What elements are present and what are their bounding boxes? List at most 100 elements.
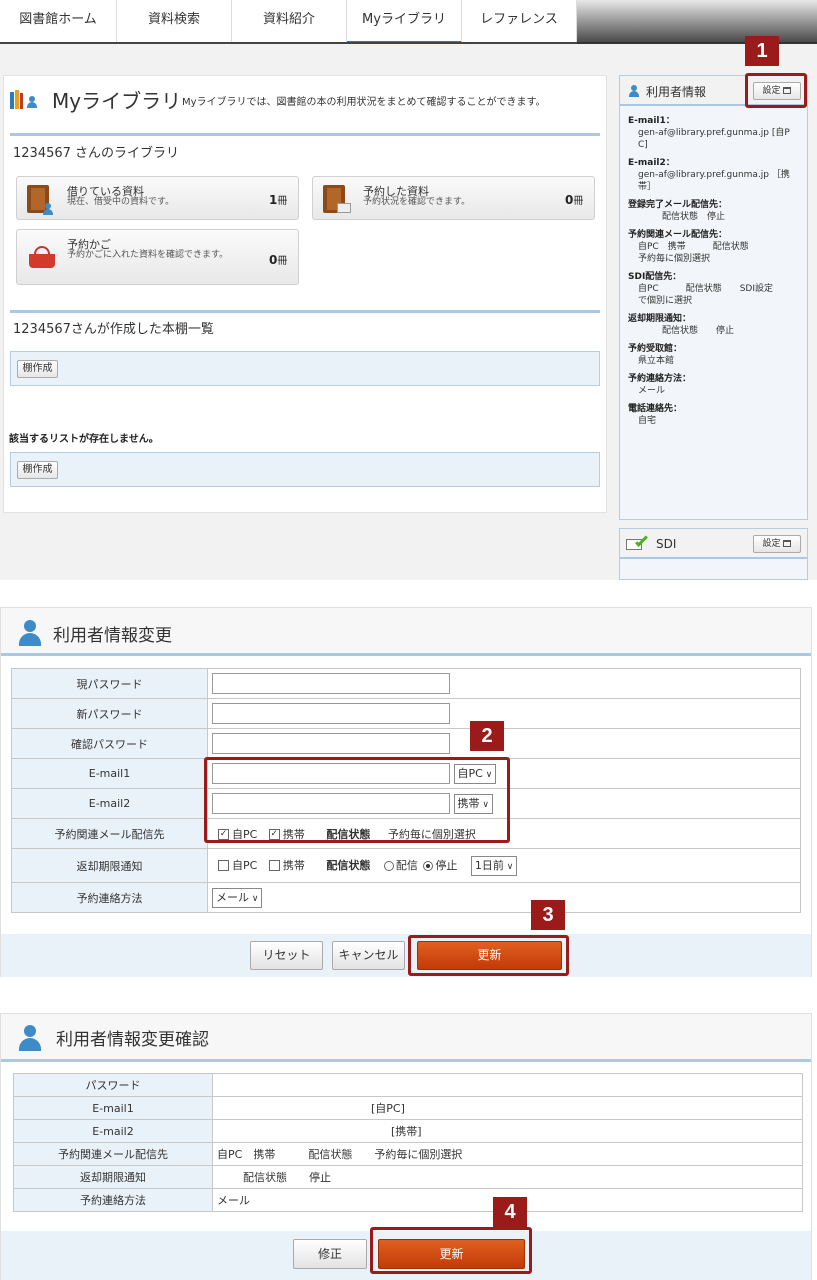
confirm-label: 返却期限通知 — [13, 1165, 213, 1189]
marker-4-label: 4 — [493, 1197, 527, 1227]
user-info-value: 自宅 — [638, 416, 657, 426]
due-status-label: 配信状態 — [326, 858, 371, 872]
label-current-password: 現パスワード — [11, 668, 208, 699]
confirm-title: 利用者情報変更確認 — [56, 1030, 209, 1050]
due-off-radio[interactable] — [423, 860, 434, 871]
form-title: 利用者情報変更 — [53, 626, 172, 646]
no-list-text: 該当するリストが存在しません。 — [9, 434, 159, 445]
user-info-value: 配信状態 停止 — [662, 326, 735, 336]
marker-2-frame — [204, 757, 510, 843]
user-info-value: 自PC 配信状態 SDI設定 — [638, 284, 774, 294]
borrowed-card[interactable]: 借りている資料 現在、借受中の資料です。 1冊 — [16, 176, 299, 220]
due-off-label: 停止 — [435, 858, 458, 872]
cancel-button[interactable]: キャンセル — [332, 941, 405, 970]
marker-3-label: 3 — [531, 900, 565, 930]
user-info-change-screen: 利用者情報変更 現パスワード 新パスワード 確認パスワード E-mail1 自P… — [0, 607, 812, 977]
reserved-card[interactable]: 予約した資料 予約状況を確認できます。 0冊 — [312, 176, 595, 220]
new-password-input[interactable] — [212, 703, 450, 724]
form-header: 利用者情報変更 — [1, 608, 811, 656]
basket-sub: 予約かごに入れた資料を確認できます。 — [67, 250, 229, 260]
user-info-value: 県立本館 — [638, 356, 675, 366]
divider — [10, 133, 600, 136]
contact-method-select[interactable]: メール — [212, 887, 263, 908]
form-button-bar: リセット キャンセル 更新 — [1, 934, 811, 977]
confirm-value — [212, 1073, 803, 1097]
label-email2: E-mail2 — [11, 788, 208, 819]
basket-card[interactable]: 予約かご 予約かごに入れた資料を確認できます。 0冊 — [16, 229, 299, 285]
sdi-title: SDI — [656, 537, 677, 551]
shelf-toolbar: 棚作成 — [10, 351, 600, 386]
user-info-label: 電話連絡先： — [628, 404, 683, 414]
user-info-value: で個別に選択 — [638, 296, 693, 306]
label-new-password: 新パスワード — [11, 698, 208, 729]
reset-button[interactable]: リセット — [250, 941, 323, 970]
current-password-input[interactable] — [212, 673, 450, 694]
sdi-settings-button[interactable]: 設定 — [753, 535, 801, 553]
divider — [10, 310, 600, 313]
marker-4-frame — [370, 1227, 532, 1274]
user-info-label: E-mail2： — [628, 158, 675, 168]
create-shelf-button-2[interactable]: 棚作成 — [17, 461, 58, 479]
basket-icon — [29, 246, 55, 268]
user-info-label: 予約受取館： — [628, 344, 683, 354]
mail-check-icon — [626, 534, 648, 551]
confirm-table: パスワード E-mail1 [自PC] E-mail2 [携帯] 予約関連メール配信… — [13, 1073, 803, 1212]
user-info-value: gen-af@library.pref.gunma.jp ［携 — [638, 170, 790, 180]
confirm-label: パスワード — [13, 1073, 213, 1097]
mylibrary-logo-icon — [10, 88, 40, 110]
sdi-panel: SDI 設定 — [619, 528, 808, 580]
reserved-count: 0冊 — [565, 193, 584, 207]
user-info-value: 自PC 携帯 配信状態 — [638, 242, 749, 252]
marker-1-label: 1 — [745, 36, 779, 66]
mylibrary-screen: 図書館ホーム 資料検索 資料紹介 Myライブラリ レファレンス Myライブラリ … — [0, 0, 817, 580]
user-info-value: 帯］ — [638, 182, 657, 192]
due-mobile-checkbox[interactable] — [268, 860, 280, 871]
window-icon — [783, 540, 792, 547]
user-info-value: gen-af@library.pref.gunma.jp [自P — [638, 128, 790, 138]
tab-mylibrary[interactable]: Myライブラリ — [347, 0, 462, 44]
due-on-radio[interactable] — [383, 860, 394, 871]
label-confirm-password: 確認パスワード — [11, 728, 208, 759]
label-due-notice: 返却期限通知 — [11, 848, 208, 883]
borrowed-count: 1冊 — [269, 193, 288, 207]
borrowed-sub: 現在、借受中の資料です。 — [67, 197, 175, 207]
reserved-sub: 予約状況を確認できます。 — [363, 197, 471, 207]
confirm-label: 予約連絡方法 — [13, 1188, 213, 1212]
due-pc-checkbox[interactable] — [218, 860, 229, 871]
user-info-label: 返却期限通知： — [628, 314, 692, 324]
user-info-title: 利用者情報 — [646, 85, 707, 99]
nav-underline — [0, 42, 577, 44]
page-title: Myライブラリ — [52, 89, 182, 113]
due-pc-label: 自PC — [232, 858, 258, 872]
marker-2-label: 2 — [470, 721, 504, 751]
tab-introduction[interactable]: 資料紹介 — [232, 0, 347, 44]
user-info-label: 予約連絡方法： — [628, 374, 692, 384]
create-shelf-button[interactable]: 棚作成 — [17, 360, 58, 378]
confirm-password-input[interactable] — [212, 733, 450, 754]
mylibrary-panel: Myライブラリ Myライブラリでは、図書館の本の利用状況をまとめて確認することが… — [3, 75, 607, 513]
user-info-label: 登録完了メール配信先： — [628, 200, 728, 210]
person-icon — [629, 85, 639, 97]
library-heading: 1234567 さんのライブラリ — [13, 146, 180, 161]
person-icon — [19, 620, 41, 646]
label-reservation-mail: 予約関連メール配信先 — [11, 818, 208, 849]
confirm-label: E-mail1 — [13, 1096, 213, 1120]
tab-reference[interactable]: レファレンス — [462, 0, 577, 44]
user-info-value: メール — [638, 386, 666, 396]
user-info-panel: 利用者情報 設定 E-mail1： gen-af@library.pref.gun… — [619, 75, 808, 520]
user-info-label: E-mail1： — [628, 116, 675, 126]
due-on-label: 配信 — [395, 858, 418, 872]
person-icon — [43, 203, 53, 215]
confirm-header: 利用者情報変更確認 — [1, 1014, 811, 1062]
tab-library-home[interactable]: 図書館ホーム — [0, 0, 117, 44]
edit-button[interactable]: 修正 — [293, 1239, 367, 1269]
confirm-value: [自PC] — [212, 1096, 803, 1120]
confirm-label: E-mail2 — [13, 1119, 213, 1143]
shelf-heading: 1234567さんが作成した本棚一覧 — [13, 322, 214, 337]
user-info-confirm-screen: 利用者情報変更確認 パスワード E-mail1 [自PC] E-mail2 [携帯]… — [0, 1003, 812, 1280]
document-icon — [337, 203, 351, 213]
sdi-header: SDI 設定 — [620, 529, 807, 559]
tab-search[interactable]: 資料検索 — [117, 0, 232, 44]
confirm-value: [携帯] — [212, 1119, 803, 1143]
due-days-select[interactable]: 1日前 — [470, 855, 518, 876]
